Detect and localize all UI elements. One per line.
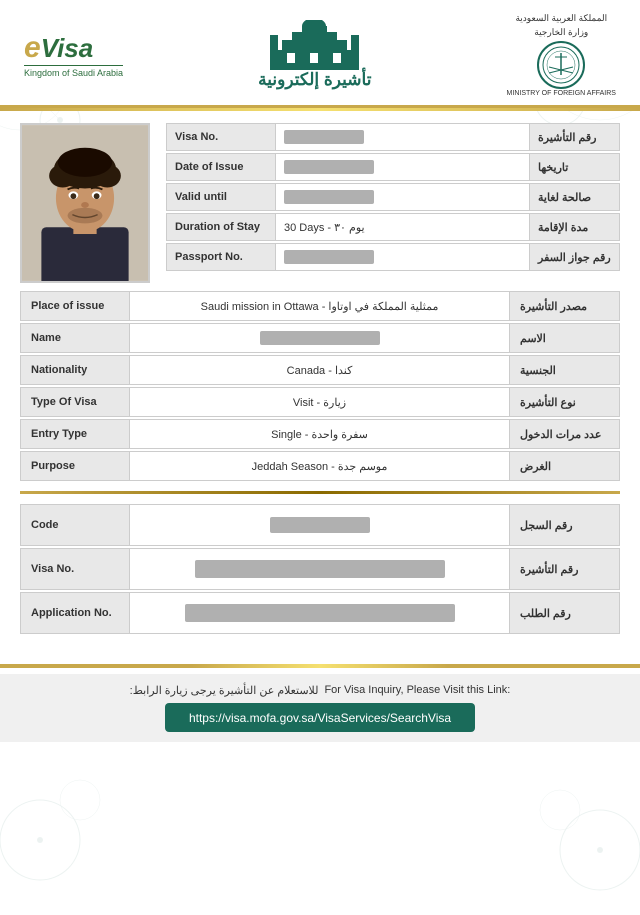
name-value xyxy=(130,323,510,353)
visa-document: e Visa Kingdom of Saudi Arabia xyxy=(0,0,640,915)
passport-value xyxy=(276,243,530,271)
ref-visa-no-label: Visa No. xyxy=(20,548,130,590)
footer-link-container[interactable]: https://visa.mofa.gov.sa/VisaServices/Se… xyxy=(165,703,475,732)
valid-until-arabic: صالحة لغاية xyxy=(530,183,620,211)
passport-row: Passport No. رقم جواز السفر xyxy=(166,243,620,271)
entry-type-row: Entry Type Single - سفرة واحدة عدد مرات … xyxy=(20,419,620,449)
seal-icon xyxy=(541,45,581,85)
footer-link-text: https://visa.mofa.gov.sa/VisaServices/Se… xyxy=(189,711,451,725)
ref-visa-no-row: Visa No. رقم التأشيرة xyxy=(20,548,620,590)
duration-row: Duration of Stay 30 Days - يوم ٣٠ مدة ال… xyxy=(166,213,620,241)
reference-section: Code رقم السجل Visa No. رقم التأشيرة xyxy=(20,504,620,634)
section-separator xyxy=(20,491,620,494)
code-label: Code xyxy=(20,504,130,546)
name-blurred xyxy=(260,331,380,345)
visa-no-arabic: رقم التأشيرة xyxy=(530,123,620,151)
footer-inquiry-line: للاستعلام عن التأشيرة يرجى زيارة الرابط:… xyxy=(20,684,620,697)
purpose-value: Jeddah Season - موسم جدة xyxy=(130,451,510,481)
name-arabic: الاسم xyxy=(510,323,620,353)
entry-type-label: Entry Type xyxy=(20,419,130,449)
ministry-arabic-text: المملكة العربية السعودية وزارة الخارجية xyxy=(515,12,607,39)
valid-until-label: Valid until xyxy=(166,183,276,211)
place-issue-arabic: مصدر التأشيرة xyxy=(510,291,620,321)
evisa-e-letter: e xyxy=(24,31,41,65)
visa-no-blurred xyxy=(284,130,364,144)
passport-arabic: رقم جواز السفر xyxy=(530,243,620,271)
application-no-arabic: رقم الطلب xyxy=(510,592,620,634)
evisa-logo: e Visa Kingdom of Saudi Arabia xyxy=(24,31,123,78)
nationality-label: Nationality xyxy=(20,355,130,385)
date-issue-value xyxy=(276,153,530,181)
building-icon xyxy=(267,20,362,70)
code-value xyxy=(130,504,510,546)
ministry-english-text: MINISTRY OF FOREIGN AFFAIRS xyxy=(507,90,616,97)
visa-type-label: Type Of Visa xyxy=(20,387,130,417)
name-row: Name الاسم xyxy=(20,323,620,353)
date-issue-arabic: تاريخها xyxy=(530,153,620,181)
document-header: e Visa Kingdom of Saudi Arabia xyxy=(0,0,640,108)
code-row: Code رقم السجل xyxy=(20,504,620,546)
footer-inquiry-arabic: للاستعلام عن التأشيرة يرجى زيارة الرابط: xyxy=(130,684,319,697)
valid-until-value xyxy=(276,183,530,211)
evisa-visa-text: Visa xyxy=(41,33,94,64)
visa-type-value: Visit - زيارة xyxy=(130,387,510,417)
name-label: Name xyxy=(20,323,130,353)
visa-type-arabic: نوع التأشيرة xyxy=(510,387,620,417)
valid-until-blurred xyxy=(284,190,374,204)
top-section: Visa No. رقم التأشيرة Date of Issue تاري… xyxy=(20,123,620,283)
nationality-arabic: الجنسية xyxy=(510,355,620,385)
purpose-arabic: الغرض xyxy=(510,451,620,481)
application-no-blurred xyxy=(185,604,455,622)
date-issue-blurred xyxy=(284,160,374,174)
visa-no-row: Visa No. رقم التأشيرة xyxy=(166,123,620,151)
valid-until-row: Valid until صالحة لغاية xyxy=(166,183,620,211)
main-content: Visa No. رقم التأشيرة Date of Issue تاري… xyxy=(0,111,640,648)
entry-type-arabic: عدد مرات الدخول xyxy=(510,419,620,449)
center-logo: تأشيرة إلكترونية xyxy=(258,20,371,90)
code-blurred xyxy=(270,517,370,533)
visa-details-panel: Visa No. رقم التأشيرة Date of Issue تاري… xyxy=(166,123,620,283)
entry-type-value: Single - سفرة واحدة xyxy=(130,419,510,449)
application-no-label: Application No. xyxy=(20,592,130,634)
nationality-value: Canada - كندا xyxy=(130,355,510,385)
passport-label: Passport No. xyxy=(166,243,276,271)
kingdom-label: Kingdom of Saudi Arabia xyxy=(24,65,123,78)
application-no-row: Application No. رقم الطلب xyxy=(20,592,620,634)
visa-type-row: Type Of Visa Visit - زيارة نوع التأشيرة xyxy=(20,387,620,417)
date-issue-row: Date of Issue تاريخها xyxy=(166,153,620,181)
place-issue-row: Place of issue Saudi mission in Ottawa -… xyxy=(20,291,620,321)
footer-inquiry-english: For Visa Inquiry, Please Visit this Link… xyxy=(324,684,510,697)
application-no-value xyxy=(130,592,510,634)
ref-visa-no-value xyxy=(130,548,510,590)
ref-visa-no-blurred xyxy=(195,560,445,578)
duration-arabic: مدة الإقامة xyxy=(530,213,620,241)
footer-gold-bar xyxy=(0,664,640,668)
purpose-label: Purpose xyxy=(20,451,130,481)
visa-no-value xyxy=(276,123,530,151)
purpose-row: Purpose Jeddah Season - موسم جدة الغرض xyxy=(20,451,620,481)
person-photo-svg xyxy=(22,125,148,281)
place-issue-label: Place of issue xyxy=(20,291,130,321)
nationality-row: Nationality Canada - كندا الجنسية xyxy=(20,355,620,385)
passport-blurred xyxy=(284,250,374,264)
ministry-seal xyxy=(537,41,585,89)
ref-visa-no-arabic: رقم التأشيرة xyxy=(510,548,620,590)
duration-label: Duration of Stay xyxy=(166,213,276,241)
duration-value: 30 Days - يوم ٣٠ xyxy=(276,213,530,241)
arabic-title: تأشيرة إلكترونية xyxy=(258,70,371,90)
visa-no-label: Visa No. xyxy=(166,123,276,151)
applicant-photo xyxy=(20,123,150,283)
code-arabic: رقم السجل xyxy=(510,504,620,546)
footer-section: للاستعلام عن التأشيرة يرجى زيارة الرابط:… xyxy=(0,664,640,742)
place-issue-value: Saudi mission in Ottawa - ممثلية المملكة… xyxy=(130,291,510,321)
ministry-section: المملكة العربية السعودية وزارة الخارجية xyxy=(507,12,616,97)
footer-content: للاستعلام عن التأشيرة يرجى زيارة الرابط:… xyxy=(0,674,640,742)
date-issue-label: Date of Issue xyxy=(166,153,276,181)
